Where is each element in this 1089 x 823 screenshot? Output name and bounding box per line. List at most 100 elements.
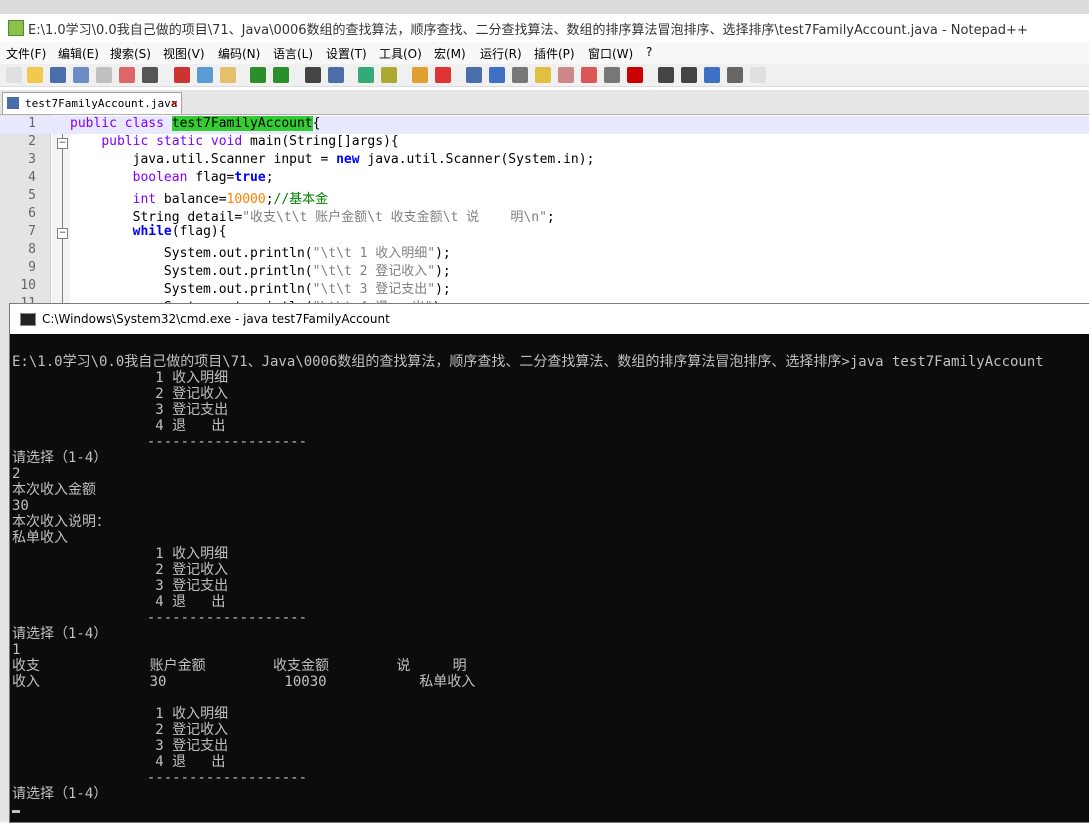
- console-line: 4 退 出: [12, 418, 226, 434]
- line-number: 7: [28, 224, 36, 239]
- console-line: 收入 30 10030 私单收入: [12, 674, 476, 690]
- code-text: System.out.println("\t\t 2 登记收入");: [70, 264, 451, 279]
- toolbar-button-icon[interactable]: [727, 67, 743, 83]
- console-line: 2 登记收入: [12, 562, 229, 578]
- toolbar: [0, 64, 1089, 87]
- code-line: 3 java.util.Scanner input = new java.uti…: [0, 152, 1089, 170]
- toolbar-button-icon[interactable]: [435, 67, 451, 83]
- code-text: public static void main(String[]args){: [101, 134, 399, 149]
- toolbar-button-icon[interactable]: [328, 67, 344, 83]
- code-line: 2 public static void main(String[]args){: [0, 134, 1089, 152]
- save-disk-icon: [7, 97, 19, 109]
- toolbar-button-icon[interactable]: [305, 67, 321, 83]
- line-number: 3: [28, 152, 36, 167]
- menu-item[interactable]: 文件(F): [6, 45, 46, 62]
- toolbar-button-icon[interactable]: [273, 67, 289, 83]
- console-line: 4 退 出: [12, 594, 226, 610]
- menu-item[interactable]: 编码(N): [218, 45, 260, 62]
- toolbar-button-icon[interactable]: [250, 67, 266, 83]
- cmd-title: C:\Windows\System32\cmd.exe - java test7…: [42, 312, 390, 326]
- toolbar-button-icon[interactable]: [558, 67, 574, 83]
- toolbar-button-icon[interactable]: [581, 67, 597, 83]
- toolbar-button-icon[interactable]: [142, 67, 158, 83]
- menu-item[interactable]: 设置(T): [326, 45, 367, 62]
- console-line: 私单收入: [12, 530, 68, 546]
- menu-item[interactable]: ?: [646, 45, 652, 59]
- toolbar-button-icon[interactable]: [6, 67, 22, 83]
- toolbar-button-icon[interactable]: [512, 67, 528, 83]
- toolbar-button-icon[interactable]: [27, 67, 43, 83]
- menu-item[interactable]: 插件(P): [534, 45, 575, 62]
- code-text: System.out.println("\t\t 1 收入明细");: [70, 246, 451, 261]
- menu-item[interactable]: 视图(V): [163, 45, 205, 62]
- console-line: 3 登记支出: [12, 738, 229, 754]
- toolbar-button-icon[interactable]: [96, 67, 112, 83]
- toolbar-button-icon[interactable]: [681, 67, 697, 83]
- toolbar-button-icon[interactable]: [50, 67, 66, 83]
- notepad-title: E:\1.0学习\0.0我自己做的项目\71、Java\0006数组的查找算法，…: [28, 23, 1028, 38]
- console-line: 2 登记收入: [12, 722, 229, 738]
- console-line: -------------------: [12, 610, 308, 626]
- line-number: 10: [20, 278, 36, 293]
- toolbar-button-icon[interactable]: [381, 67, 397, 83]
- text-cursor: [12, 810, 20, 813]
- menu-item[interactable]: 运行(R): [480, 45, 522, 62]
- console-line: 1 收入明细: [12, 370, 229, 386]
- toolbar-button-icon[interactable]: [750, 67, 766, 83]
- menu-item[interactable]: 语言(L): [273, 45, 313, 62]
- cmd-app-icon: [20, 313, 36, 326]
- console-output[interactable]: E:\1.0学习\0.0我自己做的项目\71、Java\0006数组的查找算法，…: [10, 334, 1089, 822]
- code-line: 5 int balance=10000;//基本金: [0, 188, 1089, 207]
- toolbar-button-icon[interactable]: [466, 67, 482, 83]
- console-line: 3 登记支出: [12, 578, 229, 594]
- menu-item[interactable]: 工具(O): [379, 45, 422, 62]
- tab-label: test7FamilyAccount.java: [25, 97, 178, 110]
- menu-item[interactable]: 窗口(W): [588, 45, 633, 62]
- console-line: 收支 账户金额 收支金额 说 明: [12, 658, 467, 674]
- toolbar-button-icon[interactable]: [174, 67, 190, 83]
- toolbar-button-icon[interactable]: [119, 67, 135, 83]
- code-line: 7 while(flag){: [0, 224, 1089, 242]
- cmd-titlebar[interactable]: C:\Windows\System32\cmd.exe - java test7…: [10, 304, 1089, 334]
- line-number: 8: [28, 242, 36, 257]
- console-line: 本次收入金额: [12, 482, 96, 498]
- line-number: 9: [28, 260, 36, 275]
- console-line: 2: [12, 466, 21, 482]
- tab-close-icon[interactable]: ✕: [171, 96, 178, 110]
- code-text: java.util.Scanner input = new java.util.…: [70, 152, 595, 167]
- console-line: -------------------: [12, 770, 308, 786]
- toolbar-button-icon[interactable]: [535, 67, 551, 83]
- line-number: 5: [28, 188, 36, 203]
- console-line: 请选择（1-4）: [12, 450, 108, 466]
- notepad-titlebar[interactable]: E:\1.0学习\0.0我自己做的项目\71、Java\0006数组的查找算法，…: [0, 14, 1089, 42]
- toolbar-button-icon[interactable]: [220, 67, 236, 83]
- line-number: 6: [28, 206, 36, 221]
- toolbar-button-icon[interactable]: [412, 67, 428, 83]
- toolbar-button-icon[interactable]: [358, 67, 374, 83]
- toolbar-button-icon[interactable]: [73, 67, 89, 83]
- menu-item[interactable]: 宏(M): [434, 45, 466, 62]
- code-text: System.out.println("\t\t 3 登记支出");: [70, 282, 451, 297]
- console-line: 30: [12, 498, 29, 514]
- toolbar-button-icon[interactable]: [489, 67, 505, 83]
- line-number: 1: [28, 116, 36, 131]
- toolbar-button-icon[interactable]: [704, 67, 720, 83]
- console-line: E:\1.0学习\0.0我自己做的项目\71、Java\0006数组的查找算法，…: [12, 354, 1044, 370]
- code-line: 9 System.out.println("\t\t 2 登记收入");: [0, 260, 1089, 279]
- console-line: 3 登记支出: [12, 402, 229, 418]
- toolbar-button-icon[interactable]: [627, 67, 643, 83]
- code-line: 10 System.out.println("\t\t 3 登记支出");: [0, 278, 1089, 297]
- console-line: 1 收入明细: [12, 706, 229, 722]
- tab-bar: test7FamilyAccount.java ✕: [0, 90, 1089, 115]
- tab-test7familyaccount[interactable]: test7FamilyAccount.java ✕: [2, 92, 182, 114]
- line-number: 2: [28, 134, 36, 149]
- menu-item[interactable]: 编辑(E): [58, 45, 99, 62]
- toolbar-button-icon[interactable]: [197, 67, 213, 83]
- toolbar-button-icon[interactable]: [604, 67, 620, 83]
- cmd-window[interactable]: C:\Windows\System32\cmd.exe - java test7…: [9, 303, 1089, 823]
- line-number: 4: [28, 170, 36, 185]
- code-line: 4 boolean flag=true;: [0, 170, 1089, 188]
- menu-item[interactable]: 搜索(S): [110, 45, 151, 62]
- menu-bar: 文件(F) 编辑(E) 搜索(S) 视图(V) 编码(N) 语言(L) 设置(T) 工具(O)…: [0, 42, 1089, 64]
- toolbar-button-icon[interactable]: [658, 67, 674, 83]
